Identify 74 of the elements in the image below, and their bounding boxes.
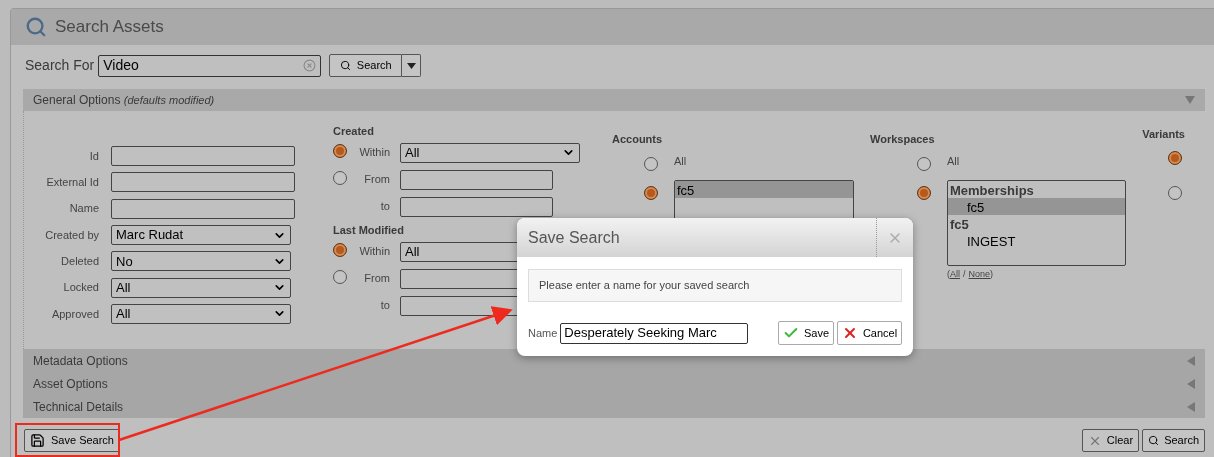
name-field[interactable]: Desperately Seeking Marc [560, 322, 749, 344]
save-button[interactable]: Save [778, 321, 834, 345]
section-title: General Options (defaults modified) [33, 92, 215, 109]
field-label: Id [88, 148, 99, 164]
option-label: All [674, 153, 687, 169]
section-heading: Variants [1142, 127, 1185, 142]
section-heading: Accounts [612, 133, 663, 145]
radio-button[interactable] [333, 143, 347, 158]
search-icon [25, 16, 47, 38]
section-header[interactable]: Asset Options [23, 372, 1205, 395]
clear-button[interactable]: Clear [1081, 429, 1140, 452]
field-label: Name [68, 201, 99, 217]
field-label: Within [358, 145, 390, 161]
panel-title: Search Assets [55, 16, 164, 39]
option-label: All [947, 153, 960, 169]
paren: ) [990, 268, 994, 281]
dropdown[interactable]: No [111, 251, 291, 272]
field-label: Approved [50, 306, 99, 322]
radio-button[interactable] [1168, 150, 1182, 165]
search-button[interactable]: Search [1142, 429, 1205, 452]
field-label: Deleted [60, 254, 99, 270]
text-field[interactable] [400, 169, 553, 190]
search-field[interactable]: Video [98, 54, 322, 77]
list-item[interactable]: fc5 [675, 181, 853, 198]
separator: / [962, 268, 967, 281]
section-header[interactable]: General Options (defaults modified) [23, 89, 1205, 111]
field-label: From [363, 271, 390, 287]
section-heading: Workspaces [870, 133, 935, 145]
section-heading: Last Modified [333, 223, 404, 238]
field-label: to [379, 199, 390, 215]
radio-button[interactable] [333, 170, 347, 185]
radio-button[interactable] [644, 186, 658, 200]
field-label: Locked [62, 280, 99, 296]
field-label: External Id [45, 175, 99, 191]
radio-button[interactable] [644, 157, 658, 171]
select-all-link[interactable]: All [950, 268, 960, 282]
search-label: Search For [25, 56, 95, 75]
section-title: Metadata Options [33, 352, 128, 370]
field-label: Created by [44, 227, 99, 243]
paren: ( [947, 268, 950, 281]
field-label: to [379, 298, 390, 314]
radio-button[interactable] [333, 242, 347, 257]
dropdown-toggle[interactable] [402, 54, 422, 77]
radio-button[interactable] [917, 186, 931, 200]
text-field[interactable] [111, 198, 295, 219]
radio-button[interactable] [917, 157, 931, 171]
radio-button[interactable] [333, 269, 347, 284]
radio-button[interactable] [1168, 185, 1182, 200]
cancel-button[interactable]: Cancel [837, 321, 902, 345]
list-item[interactable]: fc5 [948, 198, 1125, 215]
section-title: Technical Details [33, 398, 124, 416]
text-field[interactable] [400, 196, 553, 217]
dropdown[interactable]: Marc Rudat [111, 225, 291, 246]
list-group-heading: fc5 [949, 216, 970, 232]
dropdown[interactable]: All [400, 142, 580, 163]
text-field[interactable] [111, 172, 295, 193]
search-button[interactable]: Search [329, 54, 403, 77]
section-heading: Created [333, 124, 374, 139]
list-item[interactable]: INGEST [948, 232, 1125, 249]
list-group-heading: Memberships [949, 182, 1035, 198]
dropdown[interactable]: All [111, 277, 291, 298]
text-field[interactable] [111, 146, 295, 167]
section-header[interactable]: Technical Details [23, 395, 1205, 418]
search-icon [339, 60, 351, 71]
name-label: Name [528, 325, 558, 341]
search-icon [1148, 435, 1160, 446]
section-title: Asset Options [33, 375, 108, 393]
field-label: Within [358, 244, 390, 260]
dropdown[interactable]: All [111, 303, 291, 324]
field-label: From [363, 172, 390, 188]
workspace-list[interactable]: Memberships fc5 fc5 INGEST [947, 180, 1126, 266]
save-search-button[interactable]: Save Search [24, 429, 120, 452]
dialog-message: Please enter a name for your saved search [539, 278, 750, 294]
caret-down-icon [406, 62, 416, 69]
